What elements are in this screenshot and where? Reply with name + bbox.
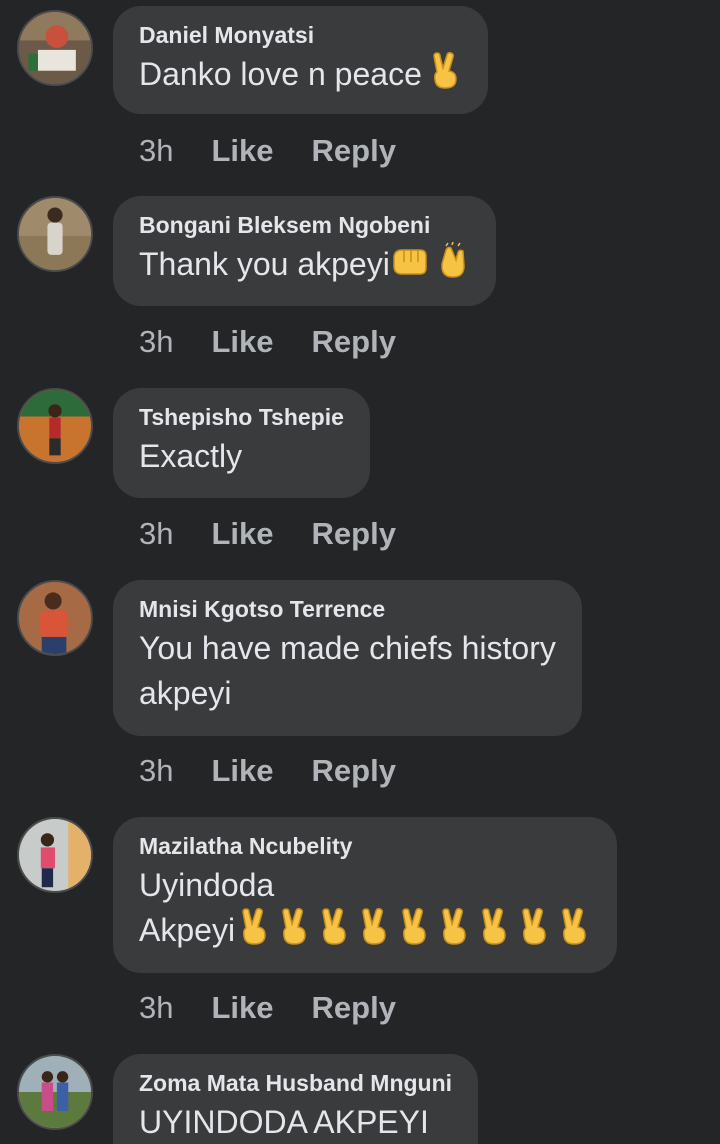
victory-hand-icon: [437, 908, 471, 946]
comment-author[interactable]: Bongani Bleksem Ngobeni: [139, 210, 470, 240]
comment-author[interactable]: Zoma Mata Husband Mnguni: [139, 1068, 452, 1098]
comment-timestamp: 3h: [139, 133, 174, 168]
comment-text: You have made chiefs history akpeyi: [139, 626, 556, 716]
victory-hand-icon: [477, 908, 511, 946]
avatar-photo: [19, 198, 91, 270]
reply-button[interactable]: Reply: [312, 988, 396, 1028]
victory-hand-icon: [237, 908, 271, 946]
comment-text-line: Danko love n peace: [139, 56, 422, 92]
comment-text-line: Exactly: [139, 438, 243, 474]
comment-text: UYINDODA AKPEYI: [139, 1100, 452, 1144]
reply-button[interactable]: Reply: [312, 514, 396, 554]
avatar[interactable]: [17, 817, 93, 893]
like-button[interactable]: Like: [211, 514, 273, 554]
clapping-hands-icon: [436, 242, 470, 280]
comment-actions: 3h Like Reply: [139, 751, 434, 791]
comment-timestamp: 3h: [139, 990, 174, 1025]
like-button[interactable]: Like: [211, 131, 273, 171]
victory-hand-icon: [317, 908, 351, 946]
comment-author[interactable]: Tshepisho Tshepie: [139, 402, 344, 432]
victory-hand-icon: [428, 52, 462, 90]
like-button[interactable]: Like: [211, 751, 273, 791]
comment-bubble: Mnisi Kgotso Terrence You have made chie…: [113, 580, 582, 736]
avatar-photo: [19, 819, 91, 891]
comment-text-line-with-emojis: Akpeyi: [139, 908, 591, 953]
comment-text-line: Thank you akpeyi: [139, 246, 390, 282]
comment-timestamp: 3h: [139, 753, 174, 788]
victory-hand-icon: [397, 908, 431, 946]
comments-thread: Daniel Monyatsi Danko love n peace 3h Li…: [0, 0, 720, 1144]
victory-hand-icon: [357, 908, 391, 946]
comment-text-line: akpeyi: [139, 675, 232, 711]
avatar-photo: [19, 390, 91, 462]
victory-hand-icon: [557, 908, 591, 946]
like-button[interactable]: Like: [211, 988, 273, 1028]
comment-author[interactable]: Mnisi Kgotso Terrence: [139, 594, 556, 624]
comment-bubble: Tshepisho Tshepie Exactly: [113, 388, 370, 498]
comment-text-line: Uyindoda: [139, 867, 275, 903]
avatar[interactable]: [17, 580, 93, 656]
comment-text: Danko love n peace: [139, 52, 462, 97]
comment-bubble: Bongani Bleksem Ngobeni Thank you akpeyi: [113, 196, 496, 306]
oncoming-fist-icon: [390, 242, 430, 280]
like-button[interactable]: Like: [211, 322, 273, 362]
comment-text-line: You have made chiefs history: [139, 630, 556, 666]
comment-actions: 3h Like Reply: [139, 988, 434, 1028]
comment-timestamp: 3h: [139, 516, 174, 551]
comment-text: Uyindoda Akpeyi: [139, 863, 591, 953]
victory-hand-icon: [517, 908, 551, 946]
avatar[interactable]: [17, 388, 93, 464]
avatar[interactable]: [17, 1054, 93, 1130]
comment-author[interactable]: Mazilatha Ncubelity: [139, 831, 591, 861]
comment-author[interactable]: Daniel Monyatsi: [139, 20, 462, 50]
avatar[interactable]: [17, 196, 93, 272]
comment-bubble: Zoma Mata Husband Mnguni UYINDODA AKPEYI: [113, 1054, 479, 1144]
comment-text: Exactly: [139, 434, 344, 479]
reply-button[interactable]: Reply: [312, 751, 396, 791]
avatar-photo: [19, 12, 91, 84]
avatar[interactable]: [17, 10, 93, 86]
comment-actions: 3h Like Reply: [139, 514, 434, 554]
avatar-photo: [19, 582, 91, 654]
comment-timestamp: 3h: [139, 324, 174, 359]
reply-button[interactable]: Reply: [312, 131, 396, 171]
reply-button[interactable]: Reply: [312, 322, 396, 362]
comment-text: Thank you akpeyi: [139, 242, 470, 287]
avatar-photo: [19, 1056, 91, 1128]
comment-bubble: Mazilatha Ncubelity Uyindoda Akpeyi: [113, 817, 618, 973]
comment-text-line: UYINDODA AKPEYI: [139, 1104, 429, 1140]
comment-actions: 3h Like Reply: [139, 131, 434, 171]
comment-actions: 3h Like Reply: [139, 322, 434, 362]
victory-hand-icon: [277, 908, 311, 946]
comment-text-line: Akpeyi: [139, 912, 236, 948]
comment-bubble: Daniel Monyatsi Danko love n peace: [113, 6, 488, 114]
